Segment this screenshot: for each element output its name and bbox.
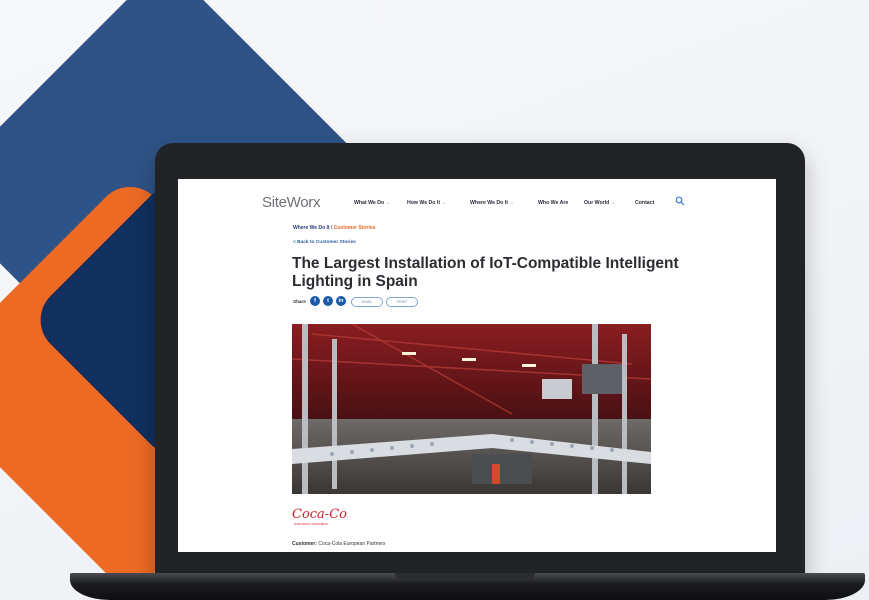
back-to-customer-stories-link[interactable]: < Back to Customer Stories — [293, 240, 356, 245]
page-title: The Largest Installation of IoT-Compatib… — [292, 255, 679, 290]
coca-cola-logo-subtext: EUROPEAN PARTNERS — [294, 522, 328, 526]
chevron-down-icon: ⌄ — [611, 200, 616, 206]
share-label: Share — [293, 299, 306, 304]
site-logo[interactable]: SiteWorx — [262, 194, 320, 211]
facebook-icon[interactable]: f — [310, 296, 320, 306]
nav-item-our-world[interactable]: Our World ⌄ — [584, 200, 616, 206]
chevron-down-icon: ⌄ — [442, 200, 447, 206]
linkedin-icon[interactable]: in — [336, 296, 346, 306]
print-button[interactable]: PRINT — [386, 297, 418, 307]
customer-value: Coca-Cola European Partners — [318, 541, 386, 547]
breadcrumb: Where We Do It / Customer Stories — [293, 225, 375, 231]
laptop-screen: SiteWorx What We Do ⌄ How We Do It ⌄ Where… — [178, 179, 776, 552]
coca-cola-logo: Coca-Cola EUROPEAN PARTNERS — [290, 504, 359, 528]
nav-item-contact[interactable]: Contact — [635, 200, 654, 206]
hero-image — [292, 324, 651, 494]
top-navigation: SiteWorx What We Do ⌄ How We Do It ⌄ Where… — [178, 179, 776, 219]
chevron-down-icon: ⌄ — [386, 200, 391, 206]
email-share-button[interactable]: EMAIL — [351, 297, 383, 307]
twitter-icon[interactable]: t — [323, 296, 333, 306]
search-icon[interactable] — [675, 196, 685, 206]
customer-label: Customer: — [292, 541, 318, 547]
nav-item-how-we-do-it[interactable]: How We Do It ⌄ — [407, 200, 446, 206]
nav-item-who-we-are[interactable]: Who We Are — [538, 200, 568, 206]
coca-cola-logo-text: Coca-Cola — [292, 507, 348, 522]
breadcrumb-current[interactable]: Customer Stories — [334, 225, 376, 231]
customer-line: Customer: Coca-Cola European Partners — [292, 541, 385, 547]
laptop-notch — [395, 573, 535, 580]
breadcrumb-parent[interactable]: Where We Do It — [293, 225, 330, 231]
nav-item-where-we-do-it[interactable]: Where We Do It ⌄ — [470, 200, 514, 206]
nav-item-what-we-do[interactable]: What We Do ⌄ — [354, 200, 391, 206]
chevron-down-icon: ⌄ — [509, 200, 515, 206]
